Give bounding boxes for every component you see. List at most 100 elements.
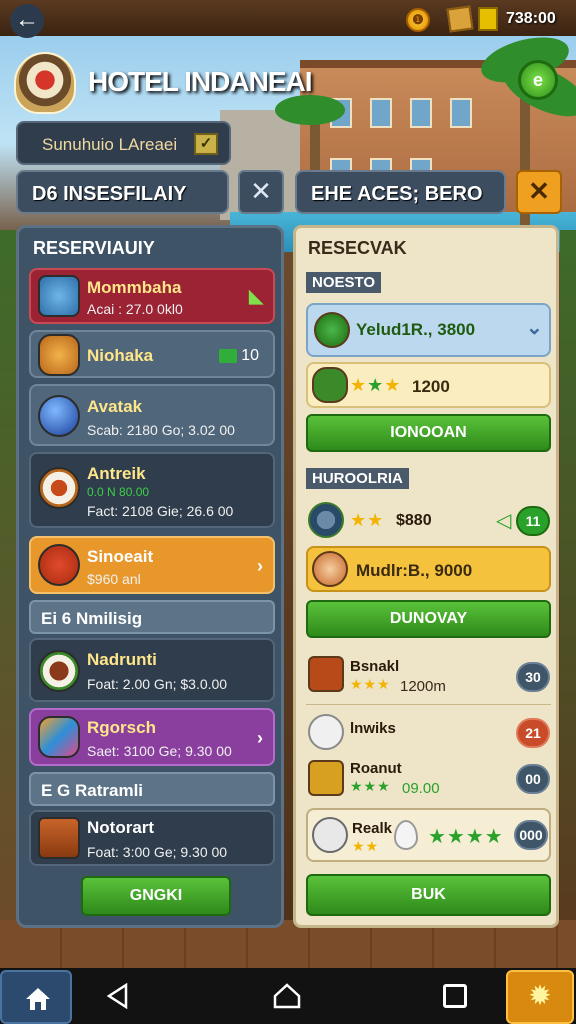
right-filter-close-button[interactable]: ✕ [516,170,562,214]
jar-icon [38,817,80,859]
price-text: Yelud1R., 3800 [356,320,476,339]
play-left-icon: ◁ [496,510,512,532]
item-subtitle: Acai : 27.0 0kl0 [87,301,183,317]
coin-icon: ❶ [406,8,430,32]
home-icon [26,988,50,1010]
room-icon [38,275,80,317]
star-rating: ★★ [352,838,380,854]
section-header: NOESTO [306,272,382,293]
item-title: Nadrunti [87,650,157,669]
section-header: Ei 6 Nmilisig [29,600,275,634]
right-foliage [560,230,576,930]
section-header: HUROOLRIA [306,468,409,489]
list-item[interactable]: Antreik 0.0 N 80.00 Fact: 2108 Gie; 26.6… [29,452,275,528]
recents-icon[interactable] [443,984,467,1008]
money-counter: 738:00 [506,10,556,27]
item-title: Rgorsch [87,718,156,737]
star-rating: ★★★★ [428,826,504,848]
item-title: Sinoeait [87,547,154,566]
item-name: lnwiks [350,720,396,737]
left-foliage [0,230,16,930]
featured-item-row[interactable]: Realk ★★ ★★★★ 000 [306,808,551,862]
item-subtitle: Foat: 2.00 Gn; $3.0.00 [87,676,228,692]
confirm-button[interactable]: GNGKI [81,876,231,916]
subtitle-selector[interactable]: Sunuhuio LAreaei ✓ [16,121,231,165]
left-filter-close-button[interactable]: ✕ [238,170,284,214]
item-value: 1200m [400,678,446,695]
globe-icon [38,395,80,437]
item-title: Antreik [87,464,146,483]
settings-badge-button[interactable]: e [518,60,558,100]
item-green-subtitle: 0.0 N 80.00 [87,485,150,499]
reservation-list-panel: RESERVIAUIY Mommbaha Acai : 27.0 0kl0 ◣ … [16,225,284,928]
item-subtitle: $960 anl [87,571,141,587]
back-button[interactable]: ← [10,4,44,38]
chevron-down-icon[interactable]: ⌄ [526,315,543,340]
highlight-row[interactable]: Mudlr:B., 9000 [306,546,551,592]
item-subtitle: Saet: 3100 Ge; 9.30 00 [87,743,232,759]
home-tab-button[interactable] [0,970,72,1024]
item-title: Niohaka [87,346,154,365]
divider [306,704,551,705]
chevron-right-icon: › [257,556,263,576]
balloon-icon [394,820,418,850]
item-title: Mommbaha [87,278,182,297]
star-rating: ★★★ [350,778,391,794]
left-filter-label: D6 INSESFILAIY [32,183,187,205]
left-filter-field[interactable]: D6 INSESFILAIY [16,170,229,214]
cash-icon [219,348,238,363]
item-badge: 000 [514,820,548,850]
sun-icon[interactable]: ✹ [506,970,574,1024]
bowl-icon [308,714,344,750]
bowl-icon [38,650,80,692]
seal-icon [314,312,350,348]
home-outline-icon[interactable] [272,982,302,1010]
section-label: Ei 6 Nmilisig [41,609,143,628]
star-rating: ★★ [350,510,385,530]
crate-icon [446,5,474,33]
book-button[interactable]: BUK [306,874,551,916]
avatar-icon [312,551,348,587]
subtitle-label: Sunuhuio LAreaei [42,135,178,154]
window [450,98,472,128]
rating-value: 1200 [412,377,450,396]
count-tag: 10 [215,345,263,367]
item-subtitle: Scab: 2180 Go; 3.02 00 [87,422,235,438]
window [370,98,392,128]
primary-action-button[interactable]: IONOOAN [306,414,551,452]
right-filter-label: EHE ACES; BERO [311,183,483,205]
hotel-title: HOTEL INDANEAI [88,66,312,97]
soup-icon [38,544,80,586]
secondary-action-button[interactable]: DUNOVAY [306,600,551,638]
item-value: 09.00 [402,780,440,797]
palm-frond [275,95,345,125]
hotel-crest-icon [14,52,76,114]
suitcase-icon [308,656,344,692]
skewer-icon [38,716,80,758]
item-name: Roanut [350,760,402,777]
item-name: Realk [352,820,393,837]
item-subtitle: Foat: 3:00 Ge; 9.30 00 [87,844,228,860]
list-item[interactable]: Rgorsch Saet: 3100 Ge; 9.30 00 › [29,708,275,766]
back-triangle-icon[interactable] [104,982,132,1010]
list-item[interactable]: Notorart Foat: 3:00 Ge; 9.30 00 [29,810,275,866]
list-item[interactable]: Sinoeait $960 anl › [29,536,275,594]
list-item[interactable]: Avatak Scab: 2180 Go; 3.02 00 [29,384,275,446]
item-subtitle: Fact: 2108 Gie; 26.6 00 [87,503,234,519]
flag-icon: ◣ [249,286,263,306]
item-badge: 30 [516,662,550,692]
section-label: E G Ratramli [41,781,144,800]
list-item[interactable]: Nadrunti Foat: 2.00 Gn; $3.0.00 [29,638,275,702]
food-icon [38,334,80,376]
rating-row: ★★★ 1200 [306,362,551,408]
section-header: E G Ratramli [29,772,275,806]
list-item[interactable]: Mommbaha Acai : 27.0 0kl0 ◣ [29,268,275,324]
list-item[interactable]: Niohaka 10 [29,330,275,378]
check-icon[interactable]: ✓ [194,133,218,155]
right-filter-field[interactable]: EHE ACES; BERO [295,170,506,214]
item-badge: 00 [516,764,550,794]
count-value: 10 [241,347,259,364]
chevron-right-icon: › [257,728,263,748]
price-selector[interactable]: Yelud1R., 3800 ⌄ [306,303,551,357]
item-badge: 21 [516,718,550,748]
